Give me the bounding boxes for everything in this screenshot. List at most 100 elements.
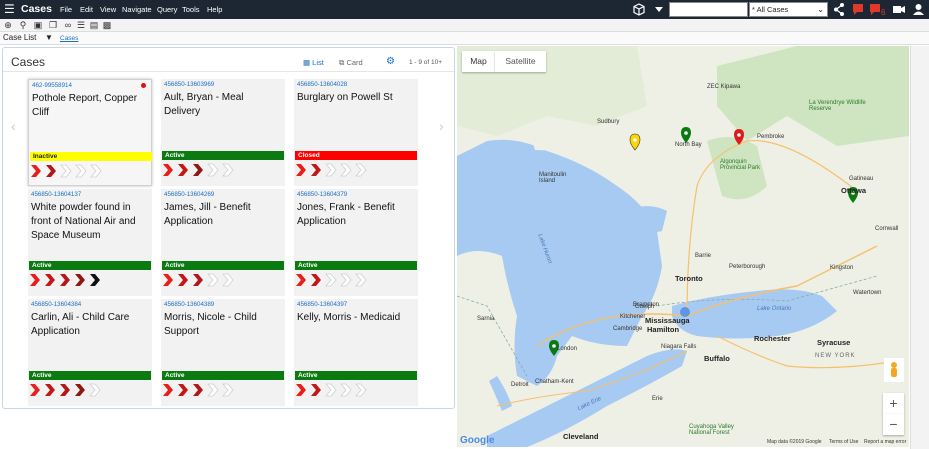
case-card[interactable]: 462-99558914 Pothole Report, Copper Cliff… <box>28 79 152 186</box>
zoom-in-button[interactable]: + <box>883 393 904 414</box>
progress-chevron-icon[interactable] <box>355 273 367 287</box>
progress-chevron-icon[interactable] <box>296 164 306 176</box>
video-camera-icon[interactable] <box>892 0 906 19</box>
case-id[interactable]: 456850-13603969 <box>164 81 214 88</box>
case-card[interactable]: 456850-13603969 Ault, Bryan - Meal Delive… <box>161 79 285 186</box>
card-view-button[interactable]: ⧉ Card <box>339 58 363 68</box>
case-list-label[interactable]: Case List <box>3 33 36 42</box>
progress-chevron-icon[interactable] <box>355 163 367 177</box>
save-icon[interactable]: ▣ <box>33 20 43 30</box>
progress-chevron-icon[interactable] <box>178 384 188 396</box>
pegman-icon[interactable] <box>884 358 904 382</box>
list-icon[interactable]: ☰ <box>76 20 86 30</box>
progress-chevron-icon[interactable] <box>163 164 173 176</box>
progress-chevron-icon[interactable] <box>30 274 40 286</box>
progress-chevron-icon[interactable] <box>46 165 56 177</box>
progress-chevron-icon[interactable] <box>340 273 352 287</box>
caret-down-icon[interactable] <box>653 0 665 19</box>
progress-chevron-icon[interactable] <box>75 164 87 178</box>
breadcrumb[interactable]: Cases <box>60 35 78 42</box>
progress-chevron-icon[interactable] <box>60 164 72 178</box>
share-icon[interactable] <box>833 0 845 19</box>
progress-chevron-icon[interactable] <box>325 383 337 397</box>
case-id[interactable]: 456850-13604269 <box>164 191 214 198</box>
menu-edit[interactable]: Edit <box>80 5 93 14</box>
progress-chevron-icon[interactable] <box>207 273 219 287</box>
case-card[interactable]: 456850-13604269 James, Jill - Benefit App… <box>161 189 285 296</box>
notifications-chat-icon[interactable]: 6 <box>869 0 889 19</box>
case-filter-select[interactable]: * All Cases ⌄ <box>749 2 828 17</box>
case-id[interactable]: 456850-13604397 <box>297 301 347 308</box>
progress-chevron-icon[interactable] <box>193 164 203 176</box>
progress-chevron-icon[interactable] <box>90 164 102 178</box>
chart-icon[interactable]: ▩ <box>102 20 112 30</box>
progress-chevron-icon[interactable] <box>207 383 219 397</box>
add-icon[interactable]: ⊕ <box>3 20 13 30</box>
terms-of-use-link[interactable]: Terms of Use <box>829 439 858 445</box>
vertical-scrollbar[interactable] <box>910 46 929 449</box>
map[interactable]: Map Satellite Sudbury North Bay ZEC Kipa… <box>457 46 909 447</box>
progress-chevron-icon[interactable] <box>75 274 85 286</box>
progress-chevron-icon[interactable] <box>163 274 173 286</box>
next-arrow-icon[interactable]: › <box>439 118 444 134</box>
case-card[interactable]: 456850-13604389 Morris, Nicole - Child Su… <box>161 299 285 406</box>
user-icon[interactable] <box>912 0 925 19</box>
progress-chevron-icon[interactable] <box>60 274 70 286</box>
progress-chevron-icon[interactable] <box>60 384 70 396</box>
hamburger-menu-icon[interactable]: ☰ <box>4 3 15 16</box>
progress-chevron-icon[interactable] <box>355 383 367 397</box>
progress-chevron-icon[interactable] <box>193 384 203 396</box>
case-id[interactable]: 456850-13604389 <box>164 301 214 308</box>
progress-chevron-icon[interactable] <box>222 163 234 177</box>
case-id[interactable]: 456850-13604384 <box>31 301 81 308</box>
case-card[interactable]: 456850-13604137 White powder found in fro… <box>28 189 152 296</box>
menu-navigate[interactable]: Navigate <box>122 5 152 14</box>
chat-icon[interactable] <box>851 0 865 19</box>
progress-chevron-icon[interactable] <box>325 163 337 177</box>
case-id[interactable]: 462-99558914 <box>32 82 72 89</box>
previous-arrow-icon[interactable]: ‹ <box>11 118 16 134</box>
case-card[interactable]: 456850-13604397 Kelly, Morris - Medicaid A… <box>294 299 418 406</box>
case-id[interactable]: 456850-13604137 <box>31 191 81 198</box>
menu-help[interactable]: Help <box>207 5 222 14</box>
cube-icon[interactable] <box>632 0 646 19</box>
search-input[interactable] <box>669 2 748 17</box>
progress-chevron-icon[interactable] <box>311 274 321 286</box>
map-type-satellite-button[interactable]: Satellite <box>495 51 546 72</box>
progress-chevron-icon[interactable] <box>325 273 337 287</box>
gear-icon[interactable]: ⚙ <box>386 56 395 67</box>
progress-chevron-icon[interactable] <box>178 274 188 286</box>
progress-chevron-icon[interactable] <box>296 274 306 286</box>
list-view-button[interactable]: ▦ List <box>303 58 324 67</box>
case-id[interactable]: 456850-13604379 <box>297 191 347 198</box>
progress-chevron-icon[interactable] <box>296 384 306 396</box>
caret-down-icon[interactable]: ▼ <box>45 33 53 42</box>
case-card[interactable]: 456850-13604028 Burglary on Powell St Clos… <box>294 79 418 186</box>
progress-chevron-icon[interactable] <box>340 383 352 397</box>
progress-chevron-icon[interactable] <box>75 384 85 396</box>
progress-chevron-icon[interactable] <box>340 163 352 177</box>
progress-chevron-icon[interactable] <box>178 164 188 176</box>
menu-tools[interactable]: Tools <box>182 5 200 14</box>
report-map-error-link[interactable]: Report a map error <box>864 439 906 445</box>
case-card[interactable]: 456850-13604384 Carlin, Ali - Child Care … <box>28 299 152 406</box>
case-id[interactable]: 456850-13604028 <box>297 81 347 88</box>
progress-chevron-icon[interactable] <box>207 163 219 177</box>
progress-chevron-icon[interactable] <box>311 164 321 176</box>
progress-chevron-icon[interactable] <box>311 384 321 396</box>
menu-file[interactable]: File <box>60 5 72 14</box>
progress-chevron-icon[interactable] <box>30 384 40 396</box>
progress-chevron-icon[interactable] <box>163 384 173 396</box>
progress-chevron-icon[interactable] <box>222 383 234 397</box>
clipboard-icon[interactable]: ▤ <box>89 20 99 30</box>
progress-chevron-icon[interactable] <box>31 165 41 177</box>
link-icon[interactable]: ∞ <box>63 20 73 30</box>
copy-icon[interactable]: ❐ <box>48 20 58 30</box>
progress-chevron-icon[interactable] <box>222 273 234 287</box>
progress-chevron-icon[interactable] <box>45 274 55 286</box>
progress-chevron-icon[interactable] <box>193 274 203 286</box>
search-icon[interactable]: ⚲ <box>18 20 28 30</box>
zoom-out-button[interactable]: − <box>883 414 904 435</box>
case-card[interactable]: 456850-13604379 Jones, Frank - Benefit Ap… <box>294 189 418 296</box>
progress-chevron-icon[interactable] <box>45 384 55 396</box>
